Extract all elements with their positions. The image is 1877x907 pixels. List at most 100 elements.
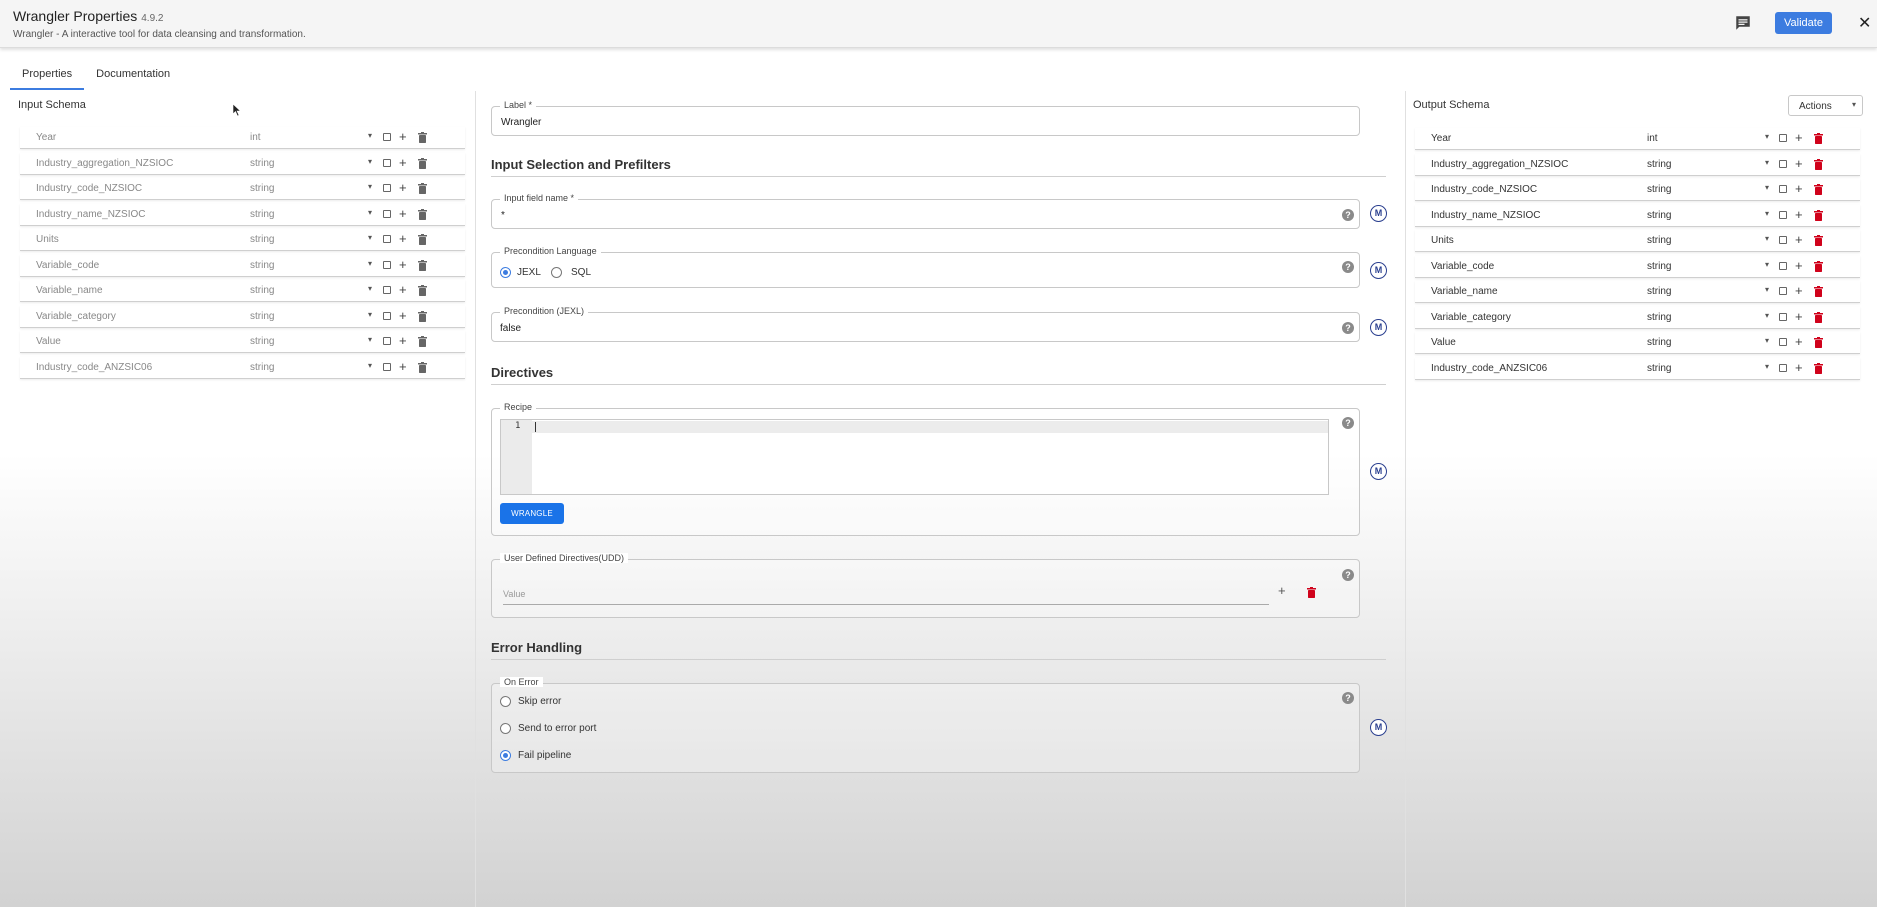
add-field-icon[interactable]: + bbox=[1795, 283, 1803, 298]
nullable-checkbox[interactable] bbox=[1779, 210, 1787, 219]
add-field-icon[interactable]: + bbox=[1795, 181, 1803, 196]
add-field-icon[interactable]: + bbox=[399, 231, 407, 246]
field-type-select[interactable]: int bbox=[1647, 133, 1658, 144]
radio-fail-pipeline-label[interactable]: Fail pipeline bbox=[518, 750, 571, 761]
field-type-select[interactable]: string bbox=[1647, 261, 1671, 272]
wrangle-button[interactable]: WRANGLE bbox=[500, 503, 564, 524]
nullable-checkbox[interactable] bbox=[383, 286, 391, 294]
nullable-checkbox[interactable] bbox=[383, 133, 391, 141]
radio-jexl-label[interactable]: JEXL bbox=[517, 267, 541, 278]
nullable-checkbox[interactable] bbox=[383, 184, 391, 192]
radio-jexl[interactable] bbox=[500, 267, 511, 278]
trash-icon[interactable] bbox=[418, 285, 427, 296]
radio-fail-pipeline[interactable] bbox=[500, 750, 511, 761]
field-name-input[interactable]: Industry_code_ANZSIC06 bbox=[1431, 363, 1547, 374]
trash-icon[interactable] bbox=[418, 157, 427, 169]
add-field-icon[interactable]: + bbox=[399, 282, 407, 297]
field-name-input[interactable]: Variable_name bbox=[1431, 286, 1498, 297]
field-type-select[interactable]: string bbox=[1647, 210, 1671, 221]
label-field-value[interactable]: Wrangler bbox=[501, 117, 541, 128]
add-field-icon[interactable]: + bbox=[1795, 360, 1803, 375]
actions-dropdown[interactable]: Actions ▾ bbox=[1788, 95, 1863, 116]
tab-documentation[interactable]: Documentation bbox=[84, 60, 182, 90]
trash-icon[interactable] bbox=[418, 336, 427, 347]
field-name-input[interactable]: Industry_code_NZSIOC bbox=[1431, 184, 1537, 195]
field-type-select[interactable]: string bbox=[250, 362, 274, 373]
add-field-icon[interactable]: + bbox=[1795, 232, 1803, 247]
field-type-select[interactable]: string bbox=[1647, 159, 1671, 170]
add-field-icon[interactable]: + bbox=[399, 257, 407, 272]
field-type-select[interactable]: string bbox=[250, 234, 274, 245]
nullable-checkbox[interactable] bbox=[383, 209, 391, 218]
field-name-input[interactable]: Industry_code_NZSIOC bbox=[36, 183, 142, 194]
add-field-icon[interactable]: + bbox=[1795, 207, 1803, 222]
chevron-down-icon[interactable]: ▾ bbox=[368, 233, 372, 242]
nullable-checkbox[interactable] bbox=[1779, 338, 1787, 346]
field-name-input[interactable]: Value bbox=[36, 336, 61, 347]
chevron-down-icon[interactable]: ▾ bbox=[368, 259, 372, 268]
chevron-down-icon[interactable]: ▾ bbox=[1765, 260, 1769, 269]
trash-icon[interactable] bbox=[1814, 158, 1823, 170]
close-icon[interactable]: ✕ bbox=[1858, 13, 1871, 33]
nullable-checkbox[interactable] bbox=[383, 158, 391, 167]
trash-icon[interactable] bbox=[1814, 184, 1823, 195]
nullable-checkbox[interactable] bbox=[383, 337, 391, 345]
field-type-select[interactable]: string bbox=[250, 311, 274, 322]
chevron-down-icon[interactable]: ▾ bbox=[368, 361, 372, 370]
field-name-input[interactable]: Value bbox=[1431, 337, 1456, 348]
field-type-select[interactable]: string bbox=[250, 158, 274, 169]
precondition-jexl-value[interactable]: false bbox=[500, 323, 521, 334]
radio-skip-error[interactable] bbox=[500, 696, 511, 707]
nullable-checkbox[interactable] bbox=[1779, 363, 1787, 372]
add-field-icon[interactable]: + bbox=[399, 206, 407, 221]
field-type-select[interactable]: string bbox=[250, 260, 274, 271]
trash-icon[interactable] bbox=[1814, 235, 1823, 246]
field-name-input[interactable]: Variable_category bbox=[1431, 312, 1511, 323]
field-type-select[interactable]: string bbox=[250, 285, 274, 296]
chevron-down-icon[interactable]: ▾ bbox=[1765, 158, 1769, 167]
label-field[interactable]: Label * Wrangler bbox=[491, 100, 1360, 136]
field-name-input[interactable]: Year bbox=[36, 132, 56, 143]
field-name-input[interactable]: Industry_name_NZSIOC bbox=[36, 209, 146, 220]
help-icon[interactable]: ? bbox=[1342, 322, 1354, 334]
trash-icon[interactable] bbox=[418, 310, 427, 322]
macro-icon[interactable]: M bbox=[1370, 205, 1387, 222]
chevron-down-icon[interactable]: ▾ bbox=[1765, 183, 1769, 192]
chevron-down-icon[interactable]: ▾ bbox=[1765, 362, 1769, 371]
field-type-select[interactable]: string bbox=[250, 336, 274, 347]
macro-icon[interactable]: M bbox=[1370, 262, 1387, 279]
field-name-input[interactable]: Industry_code_ANZSIC06 bbox=[36, 362, 152, 373]
help-icon[interactable]: ? bbox=[1342, 209, 1354, 221]
precondition-jexl-field[interactable]: Precondition (JEXL) false ? bbox=[491, 306, 1360, 342]
tab-properties[interactable]: Properties bbox=[10, 60, 85, 90]
trash-icon[interactable] bbox=[1814, 337, 1823, 348]
macro-icon[interactable]: M bbox=[1370, 719, 1387, 736]
chevron-down-icon[interactable]: ▾ bbox=[368, 284, 372, 293]
field-name-input[interactable]: Year bbox=[1431, 133, 1451, 144]
field-type-select[interactable]: string bbox=[250, 183, 274, 194]
chevron-down-icon[interactable]: ▾ bbox=[1765, 234, 1769, 243]
add-field-icon[interactable]: + bbox=[399, 308, 407, 323]
help-icon[interactable]: ? bbox=[1342, 417, 1354, 429]
trash-icon[interactable] bbox=[418, 361, 427, 373]
nullable-checkbox[interactable] bbox=[1779, 159, 1787, 168]
field-type-select[interactable]: string bbox=[1647, 286, 1671, 297]
field-name-input[interactable]: Units bbox=[36, 234, 59, 245]
radio-sql-label[interactable]: SQL bbox=[571, 267, 591, 278]
field-type-select[interactable]: string bbox=[1647, 363, 1671, 374]
add-field-icon[interactable]: + bbox=[1795, 258, 1803, 273]
field-name-input[interactable]: Variable_name bbox=[36, 285, 103, 296]
chevron-down-icon[interactable]: ▾ bbox=[368, 310, 372, 319]
trash-icon[interactable] bbox=[1814, 260, 1823, 272]
field-name-input[interactable]: Variable_code bbox=[1431, 261, 1494, 272]
help-icon[interactable]: ? bbox=[1342, 261, 1354, 273]
nullable-checkbox[interactable] bbox=[383, 311, 391, 320]
input-field-name-field[interactable]: Input field name * * ? bbox=[491, 193, 1360, 229]
trash-icon[interactable] bbox=[418, 234, 427, 245]
add-field-icon[interactable]: + bbox=[1795, 156, 1803, 171]
add-field-icon[interactable]: + bbox=[1795, 130, 1803, 145]
macro-icon[interactable]: M bbox=[1370, 319, 1387, 336]
field-type-select[interactable]: string bbox=[1647, 337, 1671, 348]
field-type-select[interactable]: string bbox=[1647, 235, 1671, 246]
nullable-checkbox[interactable] bbox=[1779, 261, 1787, 270]
